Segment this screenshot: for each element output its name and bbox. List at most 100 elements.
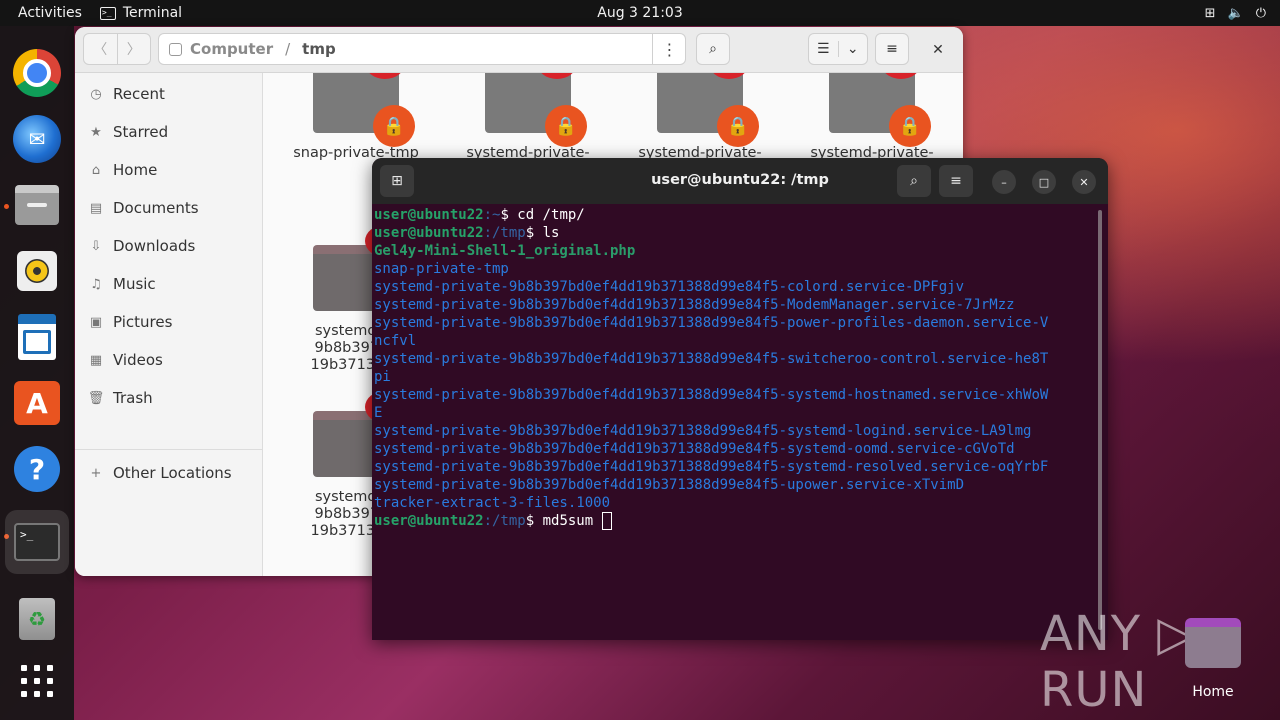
sidebar-item-documents[interactable]: ▤ Documents <box>87 193 257 223</box>
app-menu[interactable]: >_ Terminal <box>99 5 182 21</box>
sidebar-item-recent[interactable]: ◷ Recent <box>87 79 257 109</box>
lock-icon: 🔒 <box>545 105 587 147</box>
dock-thunderbird[interactable]: ✉ <box>12 114 62 164</box>
terminal-line: user@ubuntu22:/tmp$ ls <box>374 224 1096 242</box>
help-icon: ? <box>14 446 60 492</box>
terminal-window[interactable]: ⊞ user@ubuntu22: /tmp ⌕ ≡ – □ ✕ user@ubu… <box>372 158 1108 640</box>
dock-rhythmbox[interactable] <box>12 246 62 296</box>
kebab-icon: ⋮ <box>661 39 678 59</box>
ls-output-dir: pi <box>374 369 391 385</box>
minimize-icon: – <box>1001 175 1007 189</box>
home-icon: ⌂ <box>91 162 101 178</box>
dock-writer[interactable] <box>12 312 62 362</box>
terminal-line: user@ubuntu22:/tmp$ md5sum <box>374 512 1096 530</box>
home-folder-icon <box>1185 618 1241 668</box>
sidebar-item-label: Documents <box>113 199 199 217</box>
files-sidebar: ◷ Recent ★ Starred ⌂ Home ▤ Documents ⇩ Downl… <box>75 73 263 576</box>
ls-output-file: Gel4y-Mini-Shell-1_original.php <box>374 243 636 259</box>
terminal-search-button[interactable]: ⌕ <box>897 165 931 197</box>
files-close-button[interactable]: ✕ <box>925 37 951 63</box>
folder-icon: ✕ 🔒 <box>657 73 759 147</box>
desktop-home-label: Home <box>1192 684 1234 700</box>
ls-output-dir: systemd-private-9b8b397bd0ef4dd19b371388… <box>374 477 965 493</box>
path-menu-button[interactable]: ⋮ <box>652 33 686 65</box>
rhythmbox-icon <box>17 251 57 291</box>
sidebar-item-label: Starred <box>113 123 169 141</box>
search-icon: ⌕ <box>709 41 717 57</box>
path-bar[interactable]: Computer / tmp <box>158 33 686 65</box>
files-headerbar: 〈 〉 Computer / tmp ⋮ ⌕ ☰ ⌄ ≡ ✕ <box>75 27 963 73</box>
sidebar-item-trash[interactable]: 🗑 Trash <box>87 383 257 413</box>
sidebar-item-music[interactable]: ♫ Music <box>87 269 257 299</box>
folder-icon: ✕ 🔒 <box>313 73 415 147</box>
prompt-user: user@ubuntu22 <box>374 225 484 241</box>
breadcrumb-tmp[interactable]: tmp <box>302 40 336 58</box>
lock-icon: 🔒 <box>717 105 759 147</box>
sidebar-item-other-locations[interactable]: + Other Locations <box>87 458 257 488</box>
trash-icon: 🗑 <box>87 390 105 406</box>
terminal-app-icon: >_ <box>99 6 116 20</box>
forward-button[interactable]: 〉 <box>118 34 151 64</box>
prompt-path: :~ <box>483 207 501 223</box>
show-apps-icon <box>21 665 53 697</box>
terminal-menu-button[interactable]: ≡ <box>939 165 973 197</box>
clock-icon: ◷ <box>90 86 102 102</box>
terminal-close-button[interactable]: ✕ <box>1072 170 1096 194</box>
maximize-button[interactable]: □ <box>1032 170 1056 194</box>
dock-help[interactable]: ? <box>12 444 62 494</box>
terminal-line: user@ubuntu22:~$ cd /tmp/ <box>374 206 1096 224</box>
file-tile[interactable]: ✕ 🔒 snap-private-tmp <box>281 73 431 162</box>
sidebar-item-starred[interactable]: ★ Starred <box>87 117 257 147</box>
lock-icon: 🔒 <box>373 105 415 147</box>
view-toggle[interactable]: ☰ ⌄ <box>808 33 868 65</box>
sidebar-item-label: Music <box>113 275 156 293</box>
prompt-user: user@ubuntu22 <box>374 513 484 529</box>
sidebar-item-label: Other Locations <box>113 464 232 482</box>
activities-button[interactable]: Activities <box>0 5 100 21</box>
sidebar-item-downloads[interactable]: ⇩ Downloads <box>87 231 257 261</box>
dock-chrome[interactable] <box>12 48 62 98</box>
folder-icon: ✕ 🔒 <box>485 73 587 147</box>
app-center-icon: A <box>14 381 60 425</box>
download-icon: ⇩ <box>90 238 102 254</box>
list-view-icon[interactable]: ☰ <box>809 41 839 57</box>
file-tile[interactable]: ✕ 🔒 systemd-private- <box>625 73 775 162</box>
sidebar-divider <box>75 449 263 450</box>
sidebar-item-videos[interactable]: ▦ Videos <box>87 345 257 375</box>
back-button[interactable]: 〈 <box>84 34 118 64</box>
files-icon <box>15 185 59 225</box>
ls-output-dir: systemd-private-9b8b397bd0ef4dd19b371388… <box>374 423 1032 439</box>
prompt-path: :/tmp <box>483 225 526 241</box>
search-button[interactable]: ⌕ <box>696 33 730 65</box>
sidebar-item-label: Pictures <box>113 313 173 331</box>
dock-trash[interactable]: ♻ <box>12 594 62 644</box>
ls-output-dir: systemd-private-9b8b397bd0ef4dd19b371388… <box>374 387 1049 403</box>
terminal-output[interactable]: user@ubuntu22:~$ cd /tmp/ user@ubuntu22:… <box>374 206 1096 636</box>
file-tile[interactable]: ✕ 🔒 systemd-private- <box>797 73 947 162</box>
trash-icon: ♻ <box>19 598 55 640</box>
maximize-icon: □ <box>1038 175 1050 189</box>
file-tile[interactable]: ✕ 🔒 systemd-private- <box>453 73 603 162</box>
unreadable-icon: ✕ <box>365 73 405 79</box>
sidebar-item-home[interactable]: ⌂ Home <box>87 155 257 185</box>
main-menu-button[interactable]: ≡ <box>875 33 909 65</box>
text-cursor <box>601 512 612 530</box>
terminal-scrollbar[interactable] <box>1098 210 1102 630</box>
desktop-home-folder[interactable]: Home <box>1184 618 1242 700</box>
ls-output-dir: systemd-private-9b8b397bd0ef4dd19b371388… <box>374 315 1049 331</box>
chevron-down-icon[interactable]: ⌄ <box>839 41 868 57</box>
dock-files[interactable] <box>12 180 62 230</box>
dock-app-center[interactable]: A <box>12 378 62 428</box>
dock-terminal[interactable]: >_ <box>5 510 69 574</box>
nav-buttons: 〈 〉 <box>83 33 151 65</box>
prompt-path: :/tmp <box>483 513 526 529</box>
clock[interactable]: Aug 3 21:03 <box>597 5 683 21</box>
breadcrumb-computer[interactable]: Computer <box>190 40 273 58</box>
thunderbird-icon: ✉ <box>13 115 61 163</box>
network-icon: ⊞ <box>1204 5 1216 21</box>
ls-output-dir: systemd-private-9b8b397bd0ef4dd19b371388… <box>374 441 1015 457</box>
sidebar-item-pictures[interactable]: ▣ Pictures <box>87 307 257 337</box>
show-apps-button[interactable] <box>12 656 62 706</box>
system-tray[interactable]: ⊞ 🔈 ⏻ <box>1205 6 1266 21</box>
minimize-button[interactable]: – <box>992 170 1016 194</box>
